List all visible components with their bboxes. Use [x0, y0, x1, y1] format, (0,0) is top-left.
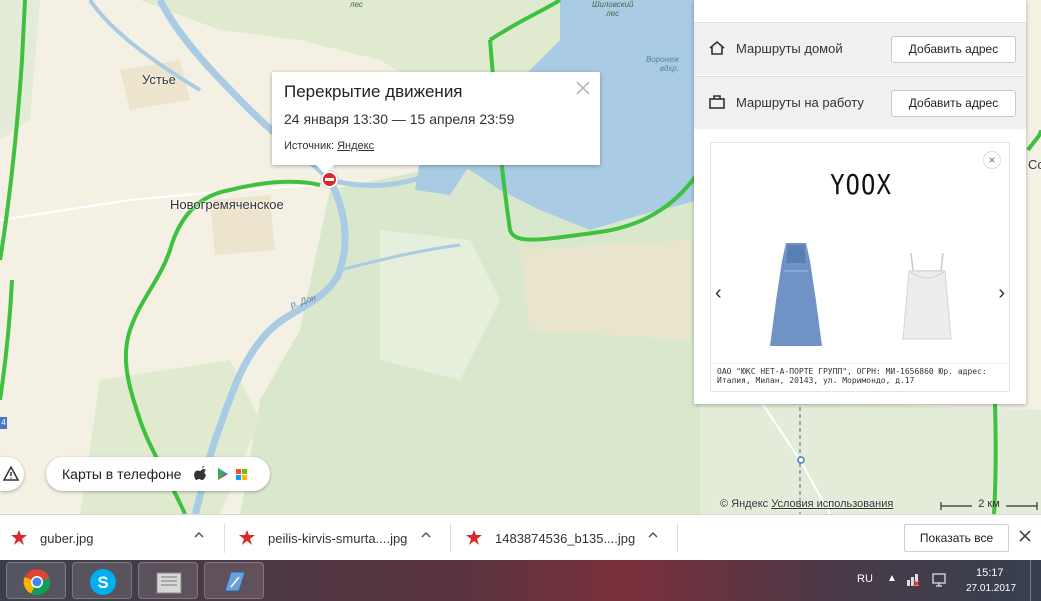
download-item-1[interactable]: guber.jpg — [0, 515, 225, 561]
download-filename: guber.jpg — [40, 531, 94, 546]
image-file-icon — [465, 529, 483, 547]
close-download-bar-icon[interactable] — [1018, 527, 1032, 548]
map-canvas[interactable]: Устье Новогремяченское Со лес Шиловский … — [0, 0, 1041, 514]
taskbar-app-button[interactable] — [204, 562, 264, 599]
warning-icon — [3, 466, 19, 481]
ad-product-white-top[interactable] — [899, 251, 955, 343]
routes-panel: Маршруты домой Добавить адрес Маршруты н… — [694, 0, 1026, 404]
folder-icon — [156, 572, 182, 594]
forest-label-line2: лес — [606, 9, 620, 18]
image-file-icon — [10, 529, 28, 547]
download-separator — [224, 523, 225, 553]
image-file-icon — [238, 529, 256, 547]
maps-in-phone-button[interactable]: Карты в телефоне — [46, 457, 270, 491]
tray-expand-icon[interactable]: ▲ — [887, 573, 897, 584]
taskbar-chrome-button[interactable] — [6, 562, 66, 599]
display-tray-icon[interactable] — [932, 572, 948, 588]
route-row-home: Маршруты домой Добавить адрес — [694, 22, 1026, 75]
show-all-downloads-button[interactable]: Показать все — [904, 524, 1009, 552]
popup-dates: 24 января 13:30 — 15 апреля 23:59 — [284, 111, 515, 127]
svg-text:S: S — [97, 573, 108, 592]
close-icon[interactable] — [574, 80, 592, 98]
document-app-icon — [224, 571, 246, 592]
place-label-ustye: Устье — [142, 72, 176, 87]
download-filename: peilis-kirvis-smurta....jpg — [268, 531, 408, 546]
briefcase-icon — [708, 93, 726, 111]
route-row-work: Маршруты на работу Добавить адрес — [694, 76, 1026, 129]
chevron-up-icon[interactable] — [420, 529, 432, 544]
ad-prev-arrow-icon[interactable]: ‹ — [715, 283, 722, 303]
download-item-2[interactable]: peilis-kirvis-smurta....jpg — [228, 515, 452, 561]
download-filename: 1483874536_b135....jpg — [495, 531, 636, 546]
water-label-line2: вдхр. — [659, 64, 679, 73]
popup-source-label: Источник: — [284, 140, 335, 152]
popup-source-link[interactable]: Яндекс — [337, 140, 374, 152]
taskbar-clock-date[interactable]: 27.01.2017 — [966, 583, 1016, 594]
place-label-novogremyachenskoe: Новогремяченское — [170, 197, 284, 212]
app-store-icons — [194, 465, 264, 483]
road-number-sign: 4 — [0, 417, 7, 429]
chevron-up-icon[interactable] — [647, 529, 659, 544]
place-label-edge: Со — [1028, 157, 1041, 172]
taskbar-skype-button[interactable]: S — [72, 562, 132, 599]
show-desktop-button[interactable] — [1030, 560, 1041, 601]
popup-tail — [316, 165, 334, 174]
water-label-reservoir: Воронеж вдхр. — [646, 55, 679, 73]
forest-label-line1: Шиловский — [592, 0, 634, 9]
scale-label: 2 км — [978, 498, 1000, 510]
taskbar-explorer-button[interactable] — [138, 562, 198, 599]
water-label-line1: Воронеж — [646, 55, 679, 64]
routes-panel-header — [694, 0, 1026, 22]
routes-work-label: Маршруты на работу — [736, 95, 864, 110]
map-copyright: © Яндекс Условия использования — [720, 498, 893, 510]
chrome-icon — [23, 569, 51, 596]
ad-close-icon[interactable]: × — [983, 151, 1001, 169]
download-bar: guber.jpg peilis-kirvis-smurta....jpg 14… — [0, 514, 1041, 560]
forest-label-shilovsky: Шиловский лес — [592, 0, 633, 18]
routes-home-label: Маршруты домой — [736, 41, 843, 56]
yoox-advertisement[interactable]: YOOX × ‹ › ОАО "ЮКС НЕТ-А-ПОРТЕ ГРУПП", … — [710, 142, 1011, 392]
popup-source: Источник: Яндекс — [284, 140, 374, 152]
windows-taskbar: S RU ▲ 15:17 27.01.2017 — [0, 560, 1041, 601]
download-item-3[interactable]: 1483874536_b135....jpg — [455, 515, 679, 561]
ad-product-blue-dress[interactable] — [766, 241, 826, 351]
tray-language-indicator[interactable]: RU — [857, 573, 873, 585]
ad-legal-text: ОАО "ЮКС НЕТ-А-ПОРТЕ ГРУПП", ОГРН: МИ-16… — [717, 367, 987, 385]
terms-of-use-link[interactable]: Условия использования — [771, 498, 893, 510]
download-separator — [677, 523, 678, 553]
windows-store-icon — [236, 469, 247, 480]
download-separator — [450, 523, 451, 553]
forest-label-top-left: лес — [350, 0, 363, 9]
skype-icon: S — [90, 569, 116, 595]
taskbar-clock-time[interactable]: 15:17 — [976, 567, 1004, 579]
google-play-icon — [218, 468, 228, 480]
copyright-text: © Яндекс — [720, 498, 769, 510]
popup-title: Перекрытие движения — [284, 82, 463, 101]
add-home-address-button[interactable]: Добавить адрес — [891, 36, 1016, 63]
ad-brand-logo: YOOX — [830, 168, 892, 202]
network-status-icon[interactable] — [906, 572, 920, 588]
maps-in-phone-label: Карты в телефоне — [62, 466, 182, 482]
apple-icon — [194, 466, 206, 480]
ad-separator — [711, 363, 1011, 364]
home-icon — [708, 39, 726, 57]
traffic-closure-popup: Перекрытие движения 24 января 13:30 — 15… — [272, 72, 600, 174]
chevron-up-icon[interactable] — [193, 529, 205, 544]
add-work-address-button[interactable]: Добавить адрес — [891, 90, 1016, 117]
ad-next-arrow-icon[interactable]: › — [998, 283, 1005, 303]
